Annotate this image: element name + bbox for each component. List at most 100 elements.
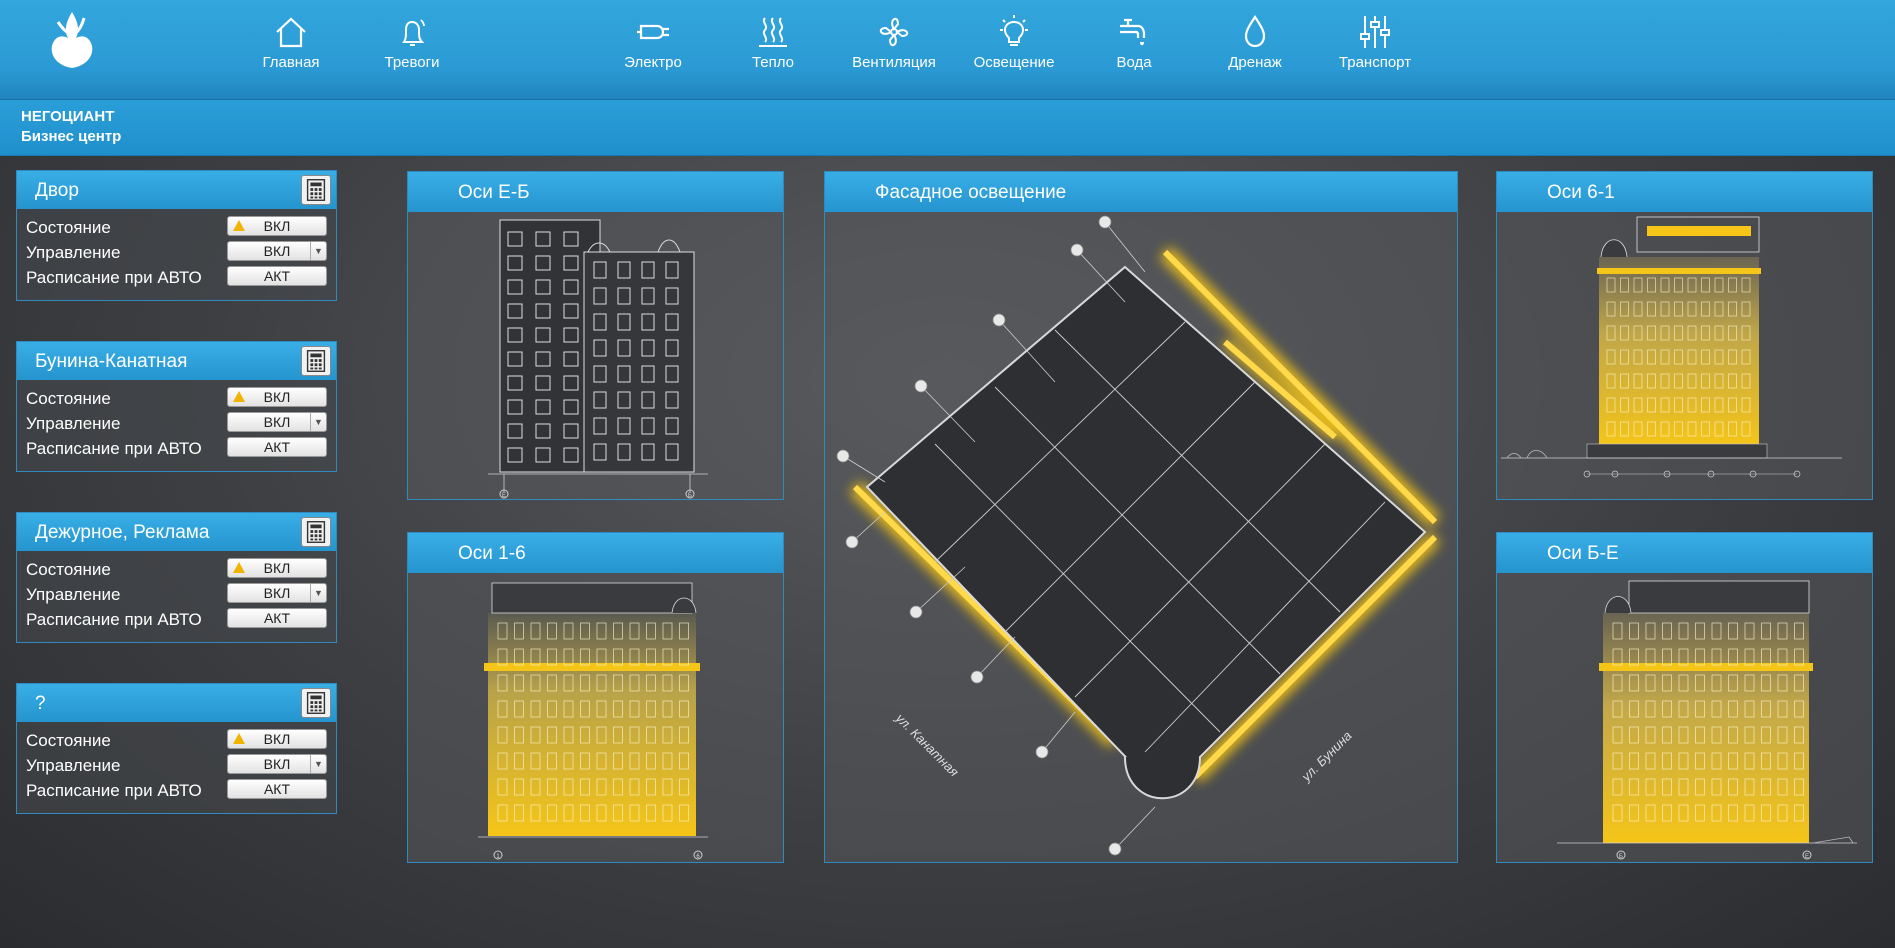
schedule-row: Расписание при АВТО АКТ [17, 777, 336, 802]
nav-electro[interactable]: Электро [603, 12, 703, 71]
state-label: Состояние [26, 218, 111, 237]
control-panel-title: Дежурное, Реклама [35, 522, 210, 543]
chevron-down-icon: ▼ [310, 584, 326, 602]
sliders-icon [1360, 16, 1390, 48]
building-elevation-drawing-lit: 1 6 [478, 582, 708, 860]
company-subtitle: Бизнес центр [21, 128, 122, 145]
state-value: ВКЛ [263, 389, 291, 405]
control-panel-yard: Двор Состояние ВКЛ Управление ВКЛ ▼ Распи… [16, 170, 337, 301]
chevron-down-icon: ▼ [310, 413, 326, 431]
nav-alarms[interactable]: Тревоги [362, 12, 462, 71]
warning-icon [233, 562, 245, 573]
panel-axes-1-6: Оси 1-6 1 6 [407, 532, 784, 863]
state-button[interactable]: ВКЛ [227, 216, 327, 236]
mode-row: Управление ВКЛ ▼ [17, 581, 336, 606]
schedule-button[interactable]: АКТ [227, 437, 327, 457]
schedule-button[interactable]: АКТ [227, 266, 327, 286]
nav-lighting-label: Освещение [973, 54, 1055, 71]
nav-water[interactable]: Вода [1084, 12, 1184, 71]
mode-value: ВКЛ [263, 414, 291, 430]
floor-plan-drawing: ул. Канатная ул. Бунина [836, 215, 1441, 856]
street-label-bunina: ул. Бунина [1298, 728, 1355, 785]
calculator-icon[interactable] [301, 688, 331, 718]
nav-drainage-label: Дренаж [1228, 54, 1282, 71]
calculator-icon[interactable] [301, 346, 331, 376]
schedule-button[interactable]: АКТ [227, 608, 327, 628]
state-row: Состояние ВКЛ [17, 214, 336, 239]
nav-electro-label: Электро [624, 54, 682, 71]
warning-icon [233, 733, 245, 744]
panel-title: Оси 1-6 [458, 543, 526, 564]
state-value: ВКЛ [263, 218, 291, 234]
state-button[interactable]: ВКЛ [227, 387, 327, 407]
state-value: ВКЛ [263, 560, 291, 576]
schedule-label: Расписание при АВТО [26, 439, 202, 458]
panel-header: Оси 1-6 [408, 533, 783, 573]
state-value: ВКЛ [263, 731, 291, 747]
mode-row: Управление ВКЛ ▼ [17, 239, 336, 264]
schedule-row: Расписание при АВТО АКТ [17, 435, 336, 460]
control-panel-bunina-kanatnaya: Бунина-Канатная Состояние ВКЛ Управление… [16, 341, 337, 472]
panel-axes-6-1: Оси 6-1 [1496, 171, 1873, 500]
nav-transport[interactable]: Транспорт [1325, 12, 1425, 71]
fan-icon [879, 17, 909, 47]
mode-select[interactable]: ВКЛ ▼ [227, 754, 327, 774]
panel-header: Фасадное освещение [825, 172, 1457, 212]
schedule-value: АКТ [263, 439, 291, 455]
mode-select[interactable]: ВКЛ ▼ [227, 412, 327, 432]
control-panel-title: Бунина-Канатная [35, 351, 188, 372]
mode-label: Управление [26, 585, 121, 604]
panel-header: Оси 6-1 [1497, 172, 1872, 212]
mode-value: ВКЛ [263, 243, 291, 259]
schedule-label: Расписание при АВТО [26, 268, 202, 287]
nav-heat-label: Тепло [751, 54, 795, 71]
faucet-icon [1120, 18, 1146, 46]
axis-mark-left: Е [502, 493, 506, 499]
mode-select[interactable]: ВКЛ ▼ [227, 241, 327, 261]
nav-drainage[interactable]: Дренаж [1205, 12, 1305, 71]
nav-lighting[interactable]: Освещение [964, 12, 1064, 71]
panel-axes-b-e: Оси Б-Е Б Е [1496, 532, 1873, 863]
calculator-icon[interactable] [301, 517, 331, 547]
state-button[interactable]: ВКЛ [227, 729, 327, 749]
schedule-label: Расписание при АВТО [26, 781, 202, 800]
nav-home-label: Главная [262, 54, 320, 71]
bell-icon [402, 19, 425, 46]
nav-ventilation-label: Вентиляция [852, 54, 936, 71]
drop-icon [1244, 15, 1266, 48]
nav-home[interactable]: Главная [241, 12, 341, 71]
plug-icon [637, 24, 669, 40]
calculator-icon[interactable] [301, 175, 331, 205]
company-logo [51, 12, 93, 68]
control-panel-unknown: ? Состояние ВКЛ Управление ВКЛ ▼ Расписан… [16, 683, 337, 814]
nav-heat[interactable]: Тепло [723, 12, 823, 71]
control-panel-header: ? [17, 684, 336, 722]
axis-mark-right: Е [1805, 854, 1809, 860]
axis-mark-left: Б [1619, 854, 1623, 860]
chevron-down-icon: ▼ [310, 755, 326, 773]
info-bar: НЕГОЦИАНТ Бизнес центр [0, 100, 1895, 156]
control-panel-title: ? [35, 693, 46, 714]
panel-facade-lighting: Фасадное освещение ул. Канатная ул. Буни… [824, 171, 1458, 863]
panel-header: Оси Е-Б [408, 172, 783, 212]
state-row: Состояние ВКЛ [17, 556, 336, 581]
state-label: Состояние [26, 560, 111, 579]
mode-label: Управление [26, 243, 121, 262]
mode-row: Управление ВКЛ ▼ [17, 752, 336, 777]
heat-icon [759, 17, 787, 47]
control-panel-title: Двор [35, 180, 79, 201]
schedule-button[interactable]: АКТ [227, 779, 327, 799]
panel-title: Фасадное освещение [875, 182, 1067, 203]
schedule-value: АКТ [263, 781, 291, 797]
state-button[interactable]: ВКЛ [227, 558, 327, 578]
mode-select[interactable]: ВКЛ ▼ [227, 583, 327, 603]
company-name: НЕГОЦИАНТ [21, 108, 115, 125]
state-label: Состояние [26, 731, 111, 750]
chevron-down-icon: ▼ [310, 242, 326, 260]
control-panel-header: Двор [17, 171, 336, 209]
nav-ventilation[interactable]: Вентиляция [844, 12, 944, 71]
control-panel-duty-advertising: Дежурное, Реклама Состояние ВКЛ Управлен… [16, 512, 337, 643]
mode-value: ВКЛ [263, 585, 291, 601]
home-icon [276, 17, 306, 48]
schedule-row: Расписание при АВТО АКТ [17, 264, 336, 289]
